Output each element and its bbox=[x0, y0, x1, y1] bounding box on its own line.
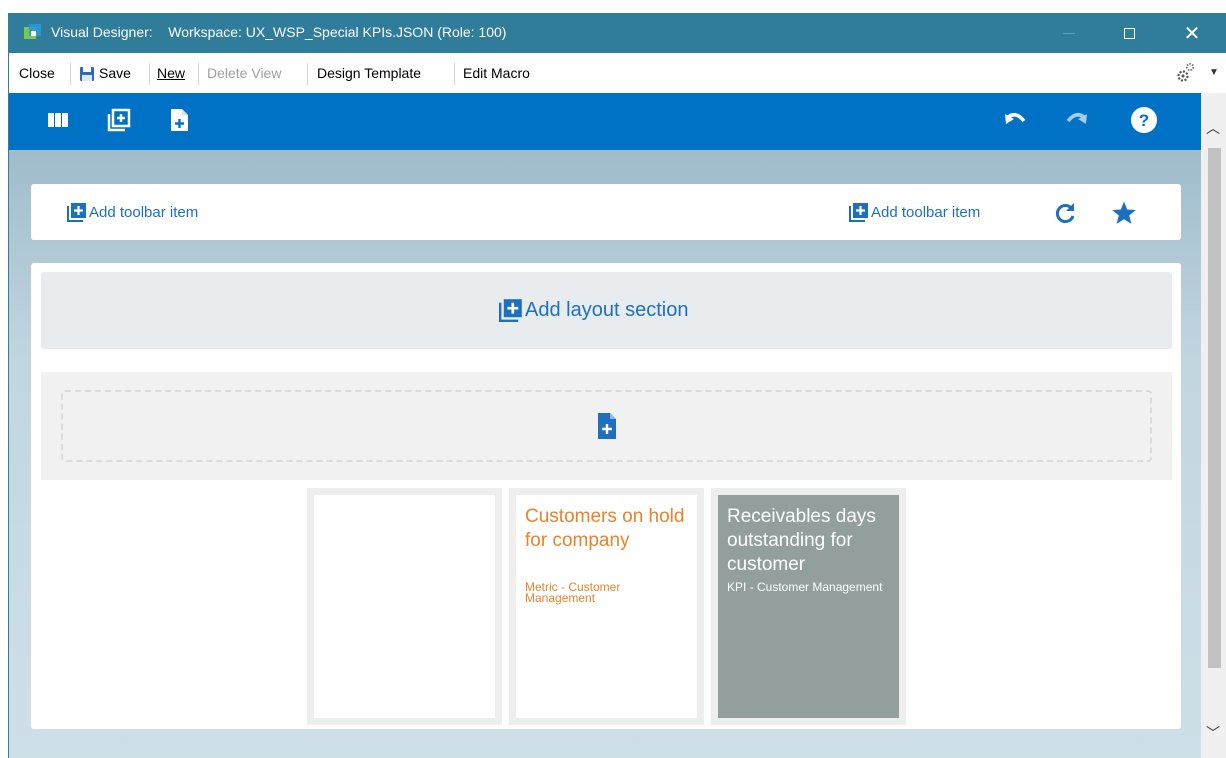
tile-subtitle: KPI - Customer Management bbox=[727, 580, 883, 594]
minimize-button[interactable] bbox=[1046, 13, 1092, 53]
tile-title: Receivables days outstanding for custome… bbox=[727, 506, 876, 575]
tile-subtitle: Metric - Customer Management bbox=[525, 580, 621, 605]
maximize-button[interactable] bbox=[1106, 13, 1152, 53]
menu-separator bbox=[454, 63, 455, 85]
window-title-workspace: Workspace: UX_WSP_Special KPIs.JSON (Rol… bbox=[168, 24, 507, 40]
add-toolbar-item-left[interactable]: Add toolbar item bbox=[67, 202, 198, 222]
add-item-icon bbox=[67, 203, 86, 222]
add-item-icon bbox=[849, 203, 868, 222]
menu-separator bbox=[149, 63, 150, 85]
save-icon[interactable] bbox=[79, 66, 95, 82]
designer-toolbar: ? bbox=[9, 93, 1201, 150]
window-title-app: Visual Designer: bbox=[51, 24, 153, 40]
design-canvas: Add toolbar item Add toolbar item Add la… bbox=[9, 150, 1201, 758]
add-toolbar-item-right[interactable]: Add toolbar item bbox=[849, 202, 980, 222]
save-menu-item[interactable]: Save bbox=[99, 65, 131, 81]
app-icon bbox=[24, 24, 41, 39]
scroll-up-icon[interactable]: ︿ bbox=[1206, 118, 1220, 138]
content-drop-section bbox=[41, 372, 1172, 480]
add-toolbar-item-label: Add toolbar item bbox=[871, 203, 981, 221]
tile-title: Customers on hold for company bbox=[525, 506, 685, 551]
refresh-icon[interactable] bbox=[1053, 201, 1077, 225]
add-section-icon bbox=[499, 299, 522, 322]
close-icon: ✕ bbox=[1183, 22, 1201, 45]
add-toolbar-item-label: Add toolbar item bbox=[89, 203, 199, 221]
columns-icon[interactable] bbox=[45, 107, 71, 133]
empty-tile[interactable] bbox=[314, 495, 495, 718]
menu-bar: Close Save New Delete View Design Templa… bbox=[9, 53, 1226, 93]
menu-separator bbox=[198, 63, 199, 85]
page-toolbar-panel: Add toolbar item Add toolbar item bbox=[31, 184, 1181, 240]
content-panel: Add layout section Customers on hold for… bbox=[31, 263, 1181, 729]
favorite-star-icon[interactable] bbox=[1111, 200, 1137, 226]
tile-slot[interactable] bbox=[307, 488, 502, 725]
add-file-icon[interactable] bbox=[166, 107, 192, 133]
scrollbar-thumb[interactable] bbox=[1208, 148, 1221, 668]
undo-icon[interactable] bbox=[1002, 107, 1028, 133]
close-window-button[interactable]: ✕ bbox=[1169, 13, 1215, 53]
close-menu-item[interactable]: Close bbox=[19, 65, 55, 81]
add-layout-section-area: Add layout section bbox=[41, 272, 1172, 349]
help-icon[interactable]: ? bbox=[1130, 106, 1158, 134]
kpi-tile[interactable]: Receivables days outstanding for custome… bbox=[718, 495, 899, 718]
menu-separator bbox=[307, 63, 308, 85]
new-menu-item[interactable]: New bbox=[157, 65, 185, 81]
design-template-menu-item[interactable]: Design Template bbox=[317, 65, 421, 81]
svg-text:?: ? bbox=[1139, 111, 1149, 130]
tile-slot[interactable]: Customers on hold for company Metric - C… bbox=[509, 488, 704, 725]
add-file-icon[interactable] bbox=[595, 412, 619, 440]
metric-tile[interactable]: Customers on hold for company Metric - C… bbox=[516, 495, 697, 718]
add-section-icon[interactable] bbox=[106, 107, 132, 133]
visual-designer-window: Visual Designer: Workspace: UX_WSP_Speci… bbox=[8, 13, 1226, 758]
scroll-down-icon[interactable]: ﹀ bbox=[1206, 723, 1220, 743]
maximize-icon bbox=[1123, 27, 1135, 39]
add-layout-section-label: Add layout section bbox=[525, 298, 689, 321]
add-layout-section-link[interactable]: Add layout section bbox=[499, 298, 688, 322]
settings-gear-icon[interactable] bbox=[1176, 61, 1196, 83]
redo-icon[interactable] bbox=[1064, 107, 1090, 133]
minimize-icon bbox=[1063, 32, 1075, 34]
edit-macro-menu-item[interactable]: Edit Macro bbox=[463, 65, 530, 81]
delete-view-menu-item[interactable]: Delete View bbox=[207, 65, 281, 81]
dropdown-caret-icon[interactable]: ▼ bbox=[1209, 67, 1219, 78]
tile-slot[interactable]: Receivables days outstanding for custome… bbox=[711, 488, 906, 725]
vertical-scrollbar[interactable]: ︿ ﹀ bbox=[1201, 93, 1226, 758]
drop-zone[interactable] bbox=[61, 390, 1152, 462]
window-title: Visual Designer: Workspace: UX_WSP_Speci… bbox=[51, 24, 506, 40]
title-bar: Visual Designer: Workspace: UX_WSP_Speci… bbox=[9, 13, 1226, 53]
menu-separator bbox=[70, 63, 71, 85]
